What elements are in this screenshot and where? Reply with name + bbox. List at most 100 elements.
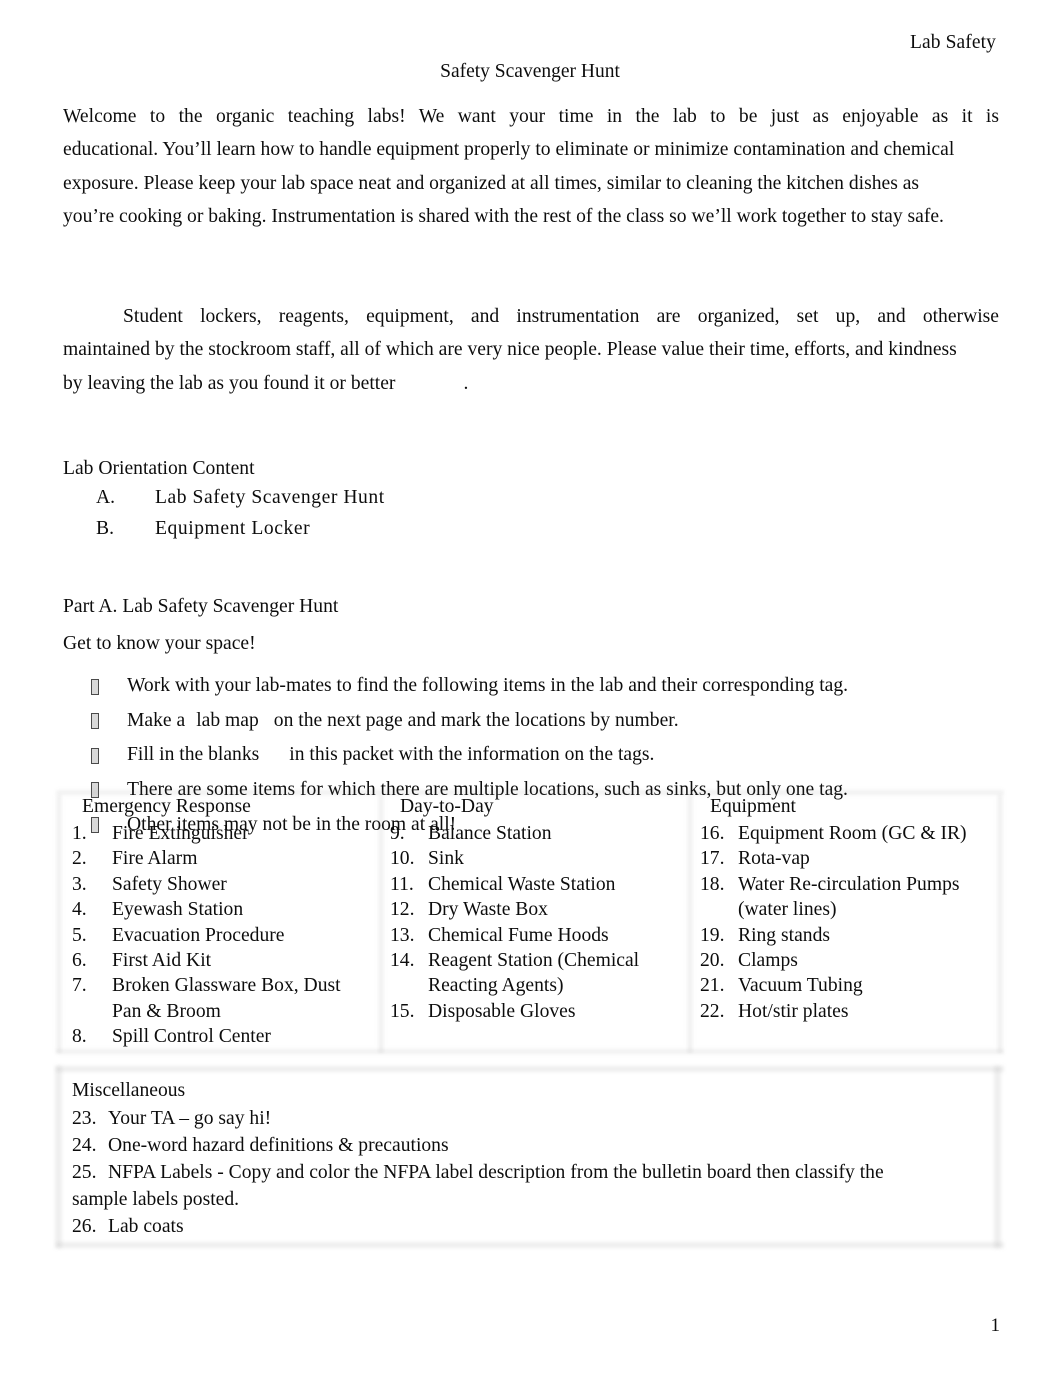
intro-paragraph-1: Welcome to the organic teaching labs! We…: [63, 100, 999, 234]
emergency-response-list: 1. Fire Extinguisher 2. Fire Alarm 3. Safet…: [72, 821, 378, 1050]
bullet-item-3: Fill in the blanks in this packet with th…: [63, 738, 999, 773]
bullet-item-2: Make a lab map on the next page and mark t…: [63, 704, 999, 739]
page-title: Safety Scavenger Hunt: [440, 61, 620, 82]
intro-paragraph-1-line-1: Welcome to the organic teaching labs! We…: [63, 106, 999, 127]
bullet-item-1: Work with your lab-mates to find the fol…: [63, 669, 999, 704]
table-columns: Emergency Response 1. Fire Extinguisher 2…: [60, 793, 1000, 1050]
bullet-emphasis-lab-map: lab map: [196, 709, 259, 731]
intro-paragraph-1-line-4: you’re cooking or baking. Instrumentatio…: [63, 206, 944, 228]
item-number: 5.: [72, 924, 87, 946]
intro-paragraph-2-line-2: maintained by the stockroom staff, all o…: [63, 339, 957, 361]
intro-paragraph-1-line-2: educational. You’ll learn how to handle …: [63, 139, 955, 161]
document-title-container: Safety Scavenger Hunt: [0, 60, 1062, 83]
intro-paragraph-2-line-3: by leaving the lab as you found it or be…: [63, 367, 999, 400]
list-item: 2. Fire Alarm: [72, 846, 378, 871]
item-number: 18.: [700, 873, 725, 895]
orientation-list: A. Lab Safety Scavenger Hunt B. Equipment …: [63, 483, 999, 544]
orientation-marker-a: A.: [96, 487, 116, 509]
orientation-label-b: Equipment Locker: [155, 517, 311, 539]
item-label: Rota-vap: [738, 848, 810, 870]
list-item: 15. Disposable Gloves: [390, 999, 688, 1024]
item-number: 7.: [72, 975, 87, 997]
list-item: 14. Reagent Station (Chemical Reacting Age…: [390, 948, 688, 999]
orientation-marker-b: B.: [96, 517, 114, 539]
item-label: Sink: [428, 848, 464, 870]
item-label: Chemical Fume Hoods: [428, 924, 609, 946]
list-item: 9. Balance Station: [390, 821, 688, 846]
miscellaneous-table: Miscellaneous 23. Your TA – go say hi! 24…: [55, 1066, 1004, 1250]
heading-part-a: Part A. Lab Safety Scavenger Hunt: [63, 593, 338, 621]
item-number: 19.: [700, 924, 725, 946]
item-label: Vacuum Tubing: [738, 975, 863, 997]
item-number: 13.: [390, 924, 415, 946]
item-label: Reagent Station (Chemical: [428, 950, 640, 972]
item-number: 3.: [72, 873, 87, 895]
heading-lab-orientation-content: Lab Orientation Content: [63, 455, 255, 483]
list-item: 20. Clamps: [700, 948, 1000, 973]
table-column-emergency-response: Emergency Response 1. Fire Extinguisher 2…: [60, 793, 378, 1050]
item-label: Hot/stir plates: [738, 1000, 849, 1022]
paragraph-spacer-2: [63, 267, 999, 300]
list-item: 16. Equipment Room (GC & IR): [700, 821, 1000, 846]
intro-paragraph-2: Student lockers, reagents, equipment, an…: [63, 300, 999, 400]
list-item: 1. Fire Extinguisher: [72, 821, 378, 846]
item-label: Clamps: [738, 950, 798, 972]
item-label: Ring stands: [738, 924, 830, 946]
intro-paragraph-2-line-1-text: Student lockers, reagents, equipment, an…: [123, 306, 999, 328]
misc-content: Miscellaneous 23. Your TA – go say hi! 24…: [60, 1070, 1000, 1240]
list-item: 6. First Aid Kit: [72, 948, 378, 973]
item-label: Water Re-circulation Pumps: [738, 873, 960, 895]
item-label: First Aid Kit: [112, 950, 212, 972]
tofu-bullet-icon: [91, 678, 99, 695]
item-label: Eyewash Station: [112, 899, 244, 921]
item-number: 9.: [390, 823, 405, 844]
item-number: 8.: [72, 1026, 87, 1048]
document-body: Welcome to the organic teaching labs! We…: [63, 100, 999, 842]
item-label-continuation: Pan & Broom: [112, 1000, 221, 1022]
list-item: 13. Chemical Fume Hoods: [390, 923, 688, 948]
item-number: 12.: [390, 899, 415, 921]
bullet-text-2-after: on the next page and mark the locations …: [273, 709, 679, 731]
item-number: 6.: [72, 950, 87, 972]
tofu-bullet-icon: [91, 713, 99, 730]
misc-border-bottom: [56, 1242, 1004, 1248]
list-item: 25. NFPA Labels - Copy and color the NFPA…: [72, 1159, 1000, 1213]
item-label-continuation: Reacting Agents): [428, 975, 564, 997]
list-item: 19. Ring stands: [700, 923, 1000, 948]
list-item: 24. One-word hazard definitions & precaut…: [72, 1132, 1000, 1159]
list-item: 11. Chemical Waste Station: [390, 872, 688, 897]
list-item: 3. Safety Shower: [72, 872, 378, 897]
list-item: 21. Vacuum Tubing: [700, 973, 1000, 998]
section-spacer-1: [63, 400, 999, 455]
running-head: Lab Safety: [909, 32, 996, 53]
item-number: 14.: [390, 950, 415, 972]
bullet-text-3-after: in this packet with the information on t…: [289, 744, 655, 766]
orientation-list-item-b: B. Equipment Locker: [63, 514, 999, 545]
intro-paragraph-1-line-3: exposure. Please keep your lab space nea…: [63, 172, 920, 194]
intro-paragraph-2-line-3-text: by leaving the lab as you found it or be…: [63, 372, 396, 394]
item-label: Safety Shower: [112, 873, 227, 895]
item-label: One-word hazard definitions & precaution…: [108, 1135, 449, 1156]
item-label: Fire Alarm: [112, 848, 198, 870]
item-label: Disposable Gloves: [428, 1000, 576, 1022]
item-number: 23.: [72, 1108, 97, 1129]
column-heading-emergency-response: Emergency Response: [82, 793, 251, 820]
bullet-text-1: Work with your lab-mates to find the fol…: [127, 675, 849, 697]
item-label: Chemical Waste Station: [428, 873, 616, 895]
bullet-spacer: [63, 661, 999, 669]
list-item: 17. Rota-vap: [700, 846, 1000, 871]
item-number: 1.: [72, 823, 87, 844]
page-number: 1: [990, 1315, 1001, 1336]
list-item: 7. Broken Glassware Box, Dust Pan & Broom: [72, 973, 378, 1024]
item-number: 22.: [700, 1000, 725, 1022]
list-item: 5. Evacuation Procedure: [72, 923, 378, 948]
item-number: 25.: [72, 1162, 97, 1183]
item-number: 20.: [700, 950, 725, 972]
intro-paragraph-2-period: .: [463, 372, 469, 394]
column-heading-day-to-day: Day-to-Day: [400, 793, 494, 820]
item-label: Broken Glassware Box, Dust: [112, 975, 341, 997]
item-label: Your TA – go say hi!: [108, 1108, 272, 1129]
item-label-continuation: (water lines): [738, 899, 837, 921]
bullet-text-2-before: Make a: [127, 709, 186, 731]
